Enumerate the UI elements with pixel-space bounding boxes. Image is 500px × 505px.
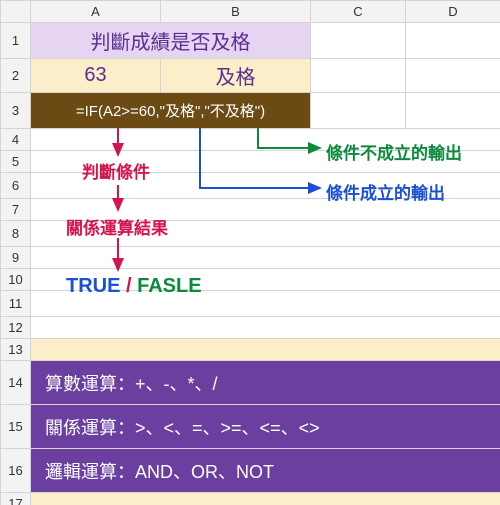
col-header-C[interactable]: C <box>311 1 406 23</box>
select-all-corner[interactable] <box>1 1 31 23</box>
row-header-1[interactable]: 1 <box>1 23 31 59</box>
ops-rel[interactable]: 關係運算：>、<、=、>=、<=、<> <box>31 405 500 449</box>
cell-row6[interactable] <box>31 173 500 199</box>
cell-D2[interactable] <box>406 59 500 93</box>
cell-D1[interactable] <box>406 23 500 59</box>
ops-logic[interactable]: 邏輯運算：AND、OR、NOT <box>31 449 500 493</box>
row-header-12[interactable]: 12 <box>1 317 31 339</box>
row-header-15[interactable]: 15 <box>1 405 31 449</box>
col-header-B[interactable]: B <box>161 1 311 23</box>
cell-row8[interactable] <box>31 221 500 247</box>
row-header-4[interactable]: 4 <box>1 129 31 151</box>
worksheet-grid[interactable]: A B C D 1 判斷成績是否及格 2 63 及格 3 =IF(A2>=60,… <box>0 0 500 505</box>
cell-D3[interactable] <box>406 93 500 129</box>
cell-row10[interactable] <box>31 269 500 291</box>
cell-C2[interactable] <box>311 59 406 93</box>
ops-arith[interactable]: 算數運算：+、-、*、/ <box>31 361 500 405</box>
cell-row11[interactable] <box>31 291 500 317</box>
row-header-17[interactable]: 17 <box>1 493 31 505</box>
cell-row12[interactable] <box>31 317 500 339</box>
row-header-13[interactable]: 13 <box>1 339 31 361</box>
cell-row9[interactable] <box>31 247 500 269</box>
col-header-D[interactable]: D <box>406 1 500 23</box>
cell-title[interactable]: 判斷成績是否及格 <box>31 23 311 59</box>
col-header-A[interactable]: A <box>31 1 161 23</box>
row-header-11[interactable]: 11 <box>1 291 31 317</box>
row-header-3[interactable]: 3 <box>1 93 31 129</box>
cell-C1[interactable] <box>311 23 406 59</box>
row-header-9[interactable]: 9 <box>1 247 31 269</box>
cell-row17[interactable] <box>31 493 500 505</box>
cell-score[interactable]: 63 <box>31 59 161 93</box>
row-header-10[interactable]: 10 <box>1 269 31 291</box>
spreadsheet-view: A B C D 1 判斷成績是否及格 2 63 及格 3 =IF(A2>=60,… <box>0 0 500 505</box>
row-header-8[interactable]: 8 <box>1 221 31 247</box>
row-header-16[interactable]: 16 <box>1 449 31 493</box>
cell-formula[interactable]: =IF(A2>=60,"及格","不及格") <box>31 93 311 129</box>
row-header-5[interactable]: 5 <box>1 151 31 173</box>
row-header-6[interactable]: 6 <box>1 173 31 199</box>
row-header-14[interactable]: 14 <box>1 361 31 405</box>
cell-row4[interactable] <box>31 129 500 151</box>
cell-result[interactable]: 及格 <box>161 59 311 93</box>
cell-C3[interactable] <box>311 93 406 129</box>
row-header-7[interactable]: 7 <box>1 199 31 221</box>
cell-row13[interactable] <box>31 339 500 361</box>
cell-row7[interactable] <box>31 199 500 221</box>
cell-row5[interactable] <box>31 151 500 173</box>
row-header-2[interactable]: 2 <box>1 59 31 93</box>
